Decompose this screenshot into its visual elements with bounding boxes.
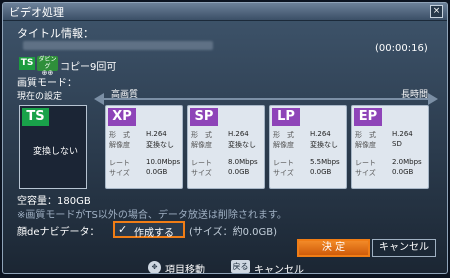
rate-label: レート: [109, 159, 130, 167]
format-label: 形 式: [355, 131, 376, 139]
back-key-icon: 戻る: [231, 260, 250, 273]
close-icon[interactable]: ×: [430, 5, 443, 18]
size-value: 0.0GB: [392, 168, 414, 176]
dialog-title: ビデオ処理: [9, 6, 64, 19]
size-label: サイズ: [109, 169, 130, 177]
ts-mode-badge: TS: [22, 108, 49, 126]
format-label: 形 式: [273, 131, 294, 139]
no-convert-text: 変換しない: [33, 147, 79, 157]
rate-value: 2.0Mbps: [392, 158, 422, 166]
size-value: 0.0GB: [146, 168, 168, 176]
copy-count-text: コピー9回可: [60, 62, 117, 73]
check-icon: ✓: [118, 223, 128, 236]
dpad-icon: ✥: [148, 261, 161, 273]
resolution-value: SD: [392, 140, 402, 148]
resolution-value: 変換なし: [228, 141, 256, 149]
format-value: H.264: [392, 130, 413, 138]
format-value: H.264: [146, 130, 167, 138]
size-label: サイズ: [191, 169, 212, 177]
dubbing-badge: ダビング ⊕⊕: [37, 56, 58, 77]
rate-value: 8.0Mbps: [228, 158, 258, 166]
rate-value: 5.5Mbps: [310, 158, 340, 166]
quality-scale-line: [103, 98, 428, 100]
resolution-label: 解像度: [109, 141, 130, 149]
format-label: 形 式: [191, 131, 212, 139]
size-value: 0.0GB: [228, 168, 250, 176]
rate-label: レート: [191, 159, 212, 167]
mode-badge-ep: EP: [354, 108, 382, 126]
titlebar: ビデオ処理 ×: [3, 3, 447, 21]
create-label: 作成する: [134, 228, 174, 239]
resolution-label: 解像度: [355, 141, 376, 149]
quality-mode-label: 画質モード：: [17, 78, 77, 89]
size-label: サイズ: [355, 169, 376, 177]
data-broadcast-note: ※画質モードがTS以外の場合、データ放送は削除されます。: [17, 210, 287, 221]
mode-badge-lp: LP: [272, 108, 300, 126]
format-value: H.264: [310, 130, 331, 138]
mode-card-sp[interactable]: SP 形 式 H.264 解像度 変換なし レート 8.0Mbps サイズ 0.…: [187, 105, 265, 189]
rate-value: 10.0Mbps: [146, 158, 181, 166]
footer-cancel-label: キャンセル: [254, 265, 304, 274]
title-info-label: タイトル情報：: [17, 27, 94, 40]
current-setting-label: 現在の設定: [17, 92, 63, 102]
move-item-label: 項目移動: [165, 265, 205, 274]
resolution-value: 変換なし: [146, 141, 174, 149]
ts-badge: TS: [19, 57, 35, 70]
format-value: H.264: [228, 130, 249, 138]
mode-card-lp[interactable]: LP 形 式 H.264 解像度 変換なし レート 5.5Mbps サイズ 0.…: [269, 105, 347, 189]
ok-button[interactable]: 決 定: [297, 239, 370, 257]
create-checkbox[interactable]: ✓ 作成する: [113, 221, 185, 239]
mode-card-xp[interactable]: XP 形 式 H.264 解像度 変換なし レート 10.0Mbps サイズ 0…: [105, 105, 183, 189]
current-setting-card: TS 変換しない: [19, 105, 87, 189]
mode-badge-sp: SP: [190, 108, 218, 126]
rate-label: レート: [273, 159, 294, 167]
size-value: 0.0GB: [310, 168, 332, 176]
mode-card-ep[interactable]: EP 形 式 H.264 解像度 SD レート 2.0Mbps サイズ 0.0G…: [351, 105, 429, 189]
resolution-label: 解像度: [273, 141, 294, 149]
duration-text: (00:00:16): [375, 43, 428, 54]
arrow-right-icon: [428, 93, 438, 105]
face-navi-label: 顔deナビデータ：: [17, 227, 100, 238]
free-space-text: 空容量：180GB: [17, 196, 91, 207]
resolution-label: 解像度: [191, 141, 212, 149]
size-label: サイズ: [273, 169, 294, 177]
redacted-title-text: [23, 41, 213, 50]
rate-label: レート: [355, 159, 376, 167]
navi-size-text: (サイズ：約0.0GB): [189, 227, 278, 238]
mode-badge-xp: XP: [108, 108, 136, 126]
cancel-button[interactable]: キャンセル: [372, 239, 436, 257]
video-process-dialog: ビデオ処理 × タイトル情報： (00:00:16) TS ダビング ⊕⊕ コピー…: [2, 2, 448, 274]
format-label: 形 式: [109, 131, 130, 139]
resolution-value: 変換なし: [310, 141, 338, 149]
